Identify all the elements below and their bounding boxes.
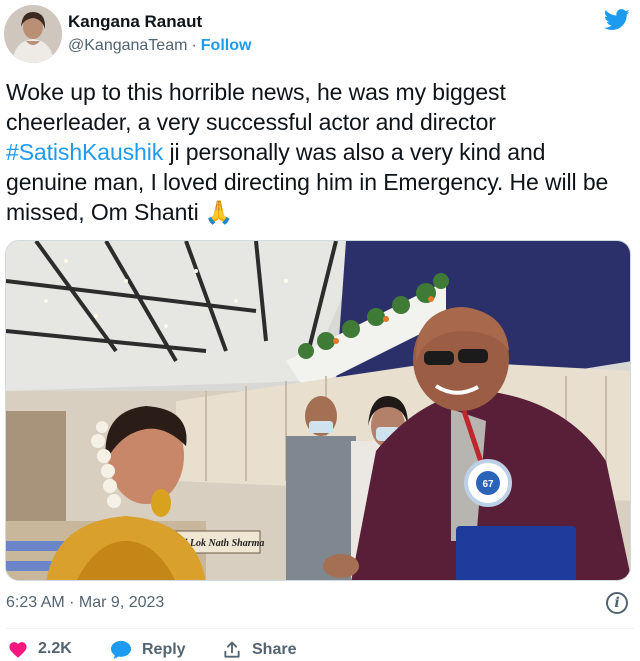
like-button[interactable]: 2.2K (8, 640, 72, 658)
avatar[interactable] (4, 5, 62, 63)
author-handle[interactable]: @KanganaTeam (68, 37, 187, 54)
twitter-bird-icon[interactable] (604, 9, 630, 31)
author-display-name[interactable]: Kangana Ranaut (68, 12, 202, 32)
author-handle-row: @KanganaTeam · Follow (68, 37, 251, 55)
info-icon[interactable]: i (606, 592, 628, 614)
badge-text: 67 (482, 479, 494, 490)
reply-bubble-icon (111, 640, 131, 660)
tweet-text-part-1: Woke up to this horrible news, he was my… (6, 79, 513, 135)
photo-scene: Shri Lok Nath Sharma 67 (6, 241, 630, 580)
reply-label: Reply (142, 641, 186, 658)
separator-dot: · (191, 37, 197, 54)
share-button[interactable]: Share (222, 640, 296, 660)
hashtag-link[interactable]: #SatishKaushik (6, 139, 163, 165)
tweet-photo[interactable]: Shri Lok Nath Sharma 67 (5, 240, 631, 581)
heart-icon (9, 642, 27, 658)
likes-count: 2.2K (38, 640, 72, 657)
avatar-image (4, 5, 62, 63)
tweet-text: Woke up to this horrible news, he was my… (6, 77, 626, 227)
share-upload-icon (224, 641, 240, 658)
follow-button[interactable]: Follow (201, 37, 252, 54)
share-label: Share (252, 641, 297, 658)
tweet-actions: 2.2K Reply Share (0, 638, 640, 661)
tweet-timestamp[interactable]: 6:23 AM · Mar 9, 2023 (6, 594, 164, 612)
tweet-header: Kangana Ranaut @KanganaTeam · Follow (0, 0, 640, 66)
reply-button[interactable]: Reply (110, 640, 186, 660)
divider (6, 628, 634, 629)
